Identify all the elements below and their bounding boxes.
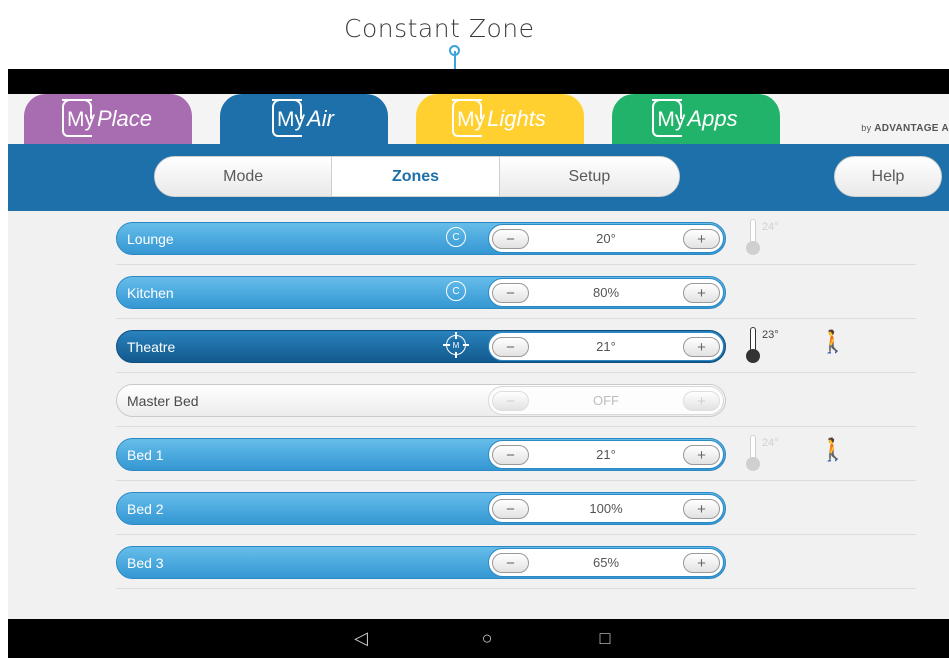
advantage-brand: by ADVANTAGE A <box>861 123 949 134</box>
minus-button[interactable]: − <box>492 499 529 519</box>
zone-setpoint-control: − 20° + <box>488 224 724 253</box>
device-frame: My Place My Air My Lights My Apps by ADVANTA… <box>8 69 949 658</box>
minus-button[interactable]: − <box>492 391 529 411</box>
segmented-control: Mode Zones Setup <box>154 156 680 197</box>
myplace-logo: My Place <box>61 99 152 137</box>
zone-label: Lounge <box>127 230 174 247</box>
zone-temperature: 24° <box>762 437 779 449</box>
zone-value: 100% <box>589 501 623 516</box>
zone-label: Bed 3 <box>127 554 164 571</box>
c-icon[interactable]: C <box>446 281 466 301</box>
tab-mode[interactable]: Mode <box>155 157 333 196</box>
callout-title: Constant Zone <box>344 14 535 43</box>
minus-button[interactable]: − <box>492 283 529 303</box>
target-icon[interactable]: M <box>443 332 469 358</box>
help-button[interactable]: Help <box>834 156 942 197</box>
zone-setpoint-control: − 100% + <box>488 494 724 523</box>
zone-label: Bed 2 <box>127 500 164 517</box>
plus-button[interactable]: + <box>683 337 720 357</box>
zone-setpoint-control: − 65% + <box>488 548 724 577</box>
zone-label: Theatre <box>127 338 176 355</box>
zone-value: OFF <box>593 393 619 408</box>
zone-value: 21° <box>596 447 616 462</box>
back-icon[interactable]: ◁ <box>350 627 372 649</box>
tab-mylights[interactable]: My Lights <box>416 94 584 144</box>
zone-row: Master Bed − OFF + <box>116 373 916 427</box>
zone-row: Bed 1 − 21° +24° 🚶 <box>116 427 916 481</box>
zone-value: 21° <box>596 339 616 354</box>
zone-label: Kitchen <box>127 284 174 301</box>
home-icon[interactable]: ○ <box>476 627 498 649</box>
zone-setpoint-control: − 80% + <box>488 278 724 307</box>
zone-row: Lounge C − 20° +24° <box>116 211 916 265</box>
zone-label: Bed 1 <box>127 446 164 463</box>
minus-button[interactable]: − <box>492 337 529 357</box>
myair-logo: My Air <box>272 99 334 137</box>
zone-row: Bed 3 − 65% + <box>116 535 916 589</box>
thermometer-icon <box>746 219 760 255</box>
zone-temperature: 23° <box>762 329 779 341</box>
minus-button[interactable]: − <box>492 445 529 465</box>
nav-bar: Mode Zones Setup Help <box>8 144 949 211</box>
zone-row: Bed 2 − 100% + <box>116 481 916 535</box>
tab-myplace[interactable]: My Place <box>24 94 192 144</box>
tab-myair[interactable]: My Air <box>220 94 388 144</box>
plus-button[interactable]: + <box>683 229 720 249</box>
zone-label: Master Bed <box>127 392 199 409</box>
thermometer-icon <box>746 435 760 471</box>
zone-list: Lounge C − 20° +24° Kitchen C − 80% + Theatre M − 21°… <box>8 211 949 619</box>
tab-setup[interactable]: Setup <box>499 157 679 196</box>
plus-button[interactable]: + <box>683 553 720 573</box>
zone-setpoint-control: − OFF + <box>488 386 724 415</box>
minus-button[interactable]: − <box>492 229 529 249</box>
recents-icon[interactable]: □ <box>594 627 616 649</box>
plus-button[interactable]: + <box>683 499 720 519</box>
motion-sensor-icon: 🚶 <box>819 329 847 354</box>
plus-button[interactable]: + <box>683 391 720 411</box>
plus-button[interactable]: + <box>683 283 720 303</box>
plus-button[interactable]: + <box>683 445 720 465</box>
app-screen: My Place My Air My Lights My Apps by ADVANTA… <box>8 94 949 619</box>
tab-zones[interactable]: Zones <box>332 157 500 196</box>
zone-value: 80% <box>592 285 620 300</box>
minus-button[interactable]: − <box>492 553 529 573</box>
zone-temperature: 24° <box>762 221 779 233</box>
mylights-logo: My Lights <box>452 99 546 137</box>
tab-myapps[interactable]: My Apps <box>612 94 780 144</box>
zone-row: Theatre M − 21° +23° 🚶 <box>116 319 916 373</box>
screenshot-stage: Constant Zone My Place My Air My Lights My A… <box>0 0 949 658</box>
zone-setpoint-control: − 21° + <box>488 332 724 361</box>
thermometer-icon <box>746 327 760 363</box>
zone-row: Kitchen C − 80% + <box>116 265 916 319</box>
system-nav-bar: ◁ ○ □ <box>8 619 949 658</box>
myapps-logo: My Apps <box>652 99 738 137</box>
motion-sensor-icon: 🚶 <box>819 437 847 462</box>
app-tab-strip: My Place My Air My Lights My Apps by ADVANTA… <box>8 94 949 144</box>
c-icon[interactable]: C <box>446 227 466 247</box>
zone-value: 20° <box>596 231 616 246</box>
zone-setpoint-control: − 21° + <box>488 440 724 469</box>
zone-value: 65% <box>592 555 620 570</box>
